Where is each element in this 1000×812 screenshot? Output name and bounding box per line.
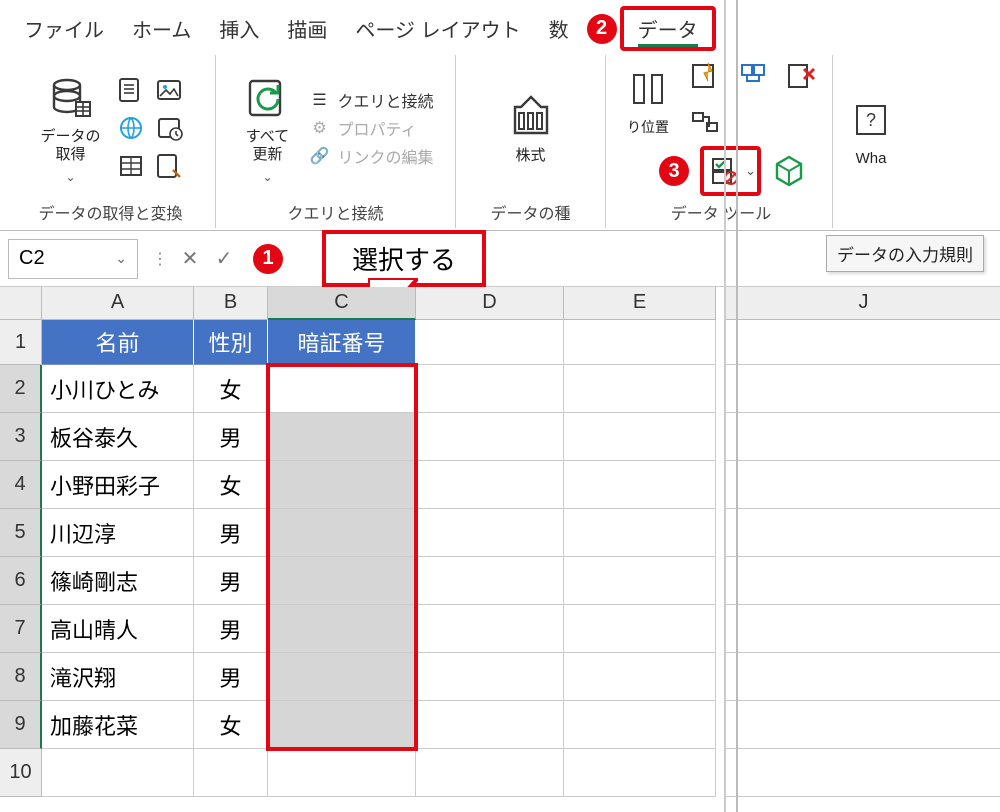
tab-formulas-partial[interactable]: 数 (535, 10, 584, 47)
tab-home[interactable]: ホーム (118, 10, 205, 47)
from-text-csv-icon[interactable] (116, 75, 146, 105)
name-box-value: C2 (19, 247, 45, 270)
properties-icon: ⚙ (307, 116, 331, 140)
group-get-transform: データの 取得 データの取得と変換 (6, 55, 216, 228)
existing-connections-icon[interactable] (154, 151, 184, 181)
group-queries: すべて 更新 ☰クエリと接続 ⚙プロパティ 🔗リンクの編集 クエリと接続 (216, 55, 456, 228)
text-to-columns-label: り位置 (627, 119, 669, 136)
ribbon-tabs: ファイル ホーム 挿入 描画 ページ レイアウト 数 2 データ (0, 0, 1000, 51)
get-transform-mini (115, 72, 185, 184)
from-web-icon[interactable] (116, 113, 146, 143)
svg-text:?: ? (866, 110, 876, 130)
stocks-label: 株式 (515, 147, 545, 165)
manage-data-model-icon[interactable] (769, 151, 809, 191)
from-table-range-icon[interactable] (116, 151, 146, 181)
callout-select: 選択する (322, 230, 486, 287)
callout-badge-3: 3 (659, 156, 689, 186)
flash-fill-icon[interactable] (685, 56, 725, 96)
enter-icon[interactable]: ✓ (212, 247, 236, 271)
group-queries-label: クエリと接続 (287, 200, 383, 224)
stocks-button[interactable]: 株式 (501, 89, 561, 167)
refresh-all-label: すべて 更新 (246, 128, 289, 164)
data-validation-button[interactable]: ⌄ (700, 146, 761, 196)
consolidate-icon[interactable] (733, 56, 773, 96)
link-icon: 🔗 (307, 144, 331, 168)
tab-data[interactable]: データ (620, 6, 716, 51)
what-if-icon: ? (845, 94, 897, 146)
callout-badge-1: 1 (253, 244, 283, 274)
data-validation-tooltip: データの入力規則 (826, 235, 984, 272)
remove-duplicates-icon[interactable] (781, 56, 821, 96)
chevron-down-icon (262, 168, 272, 184)
recent-sources-icon[interactable] (154, 113, 184, 143)
tab-file[interactable]: ファイル (10, 10, 118, 47)
from-picture-icon[interactable] (154, 75, 184, 105)
queries-connections-item[interactable]: ☰クエリと接続 (307, 88, 433, 112)
tab-page-layout[interactable]: ページ レイアウト (341, 10, 534, 47)
group-get-transform-label: データの取得と変換 (38, 200, 182, 224)
what-if-button[interactable]: ? Wha (841, 92, 901, 170)
group-data-types: 株式 データの種 (456, 55, 606, 228)
group-data-tools-label: データ ツール (671, 200, 771, 224)
group-forecast-partial: ? Wha (833, 55, 909, 228)
group-data-tools: り位置 3 ⌄ データ ツール (610, 55, 833, 228)
tab-insert[interactable]: 挿入 (205, 10, 273, 47)
tab-draw[interactable]: 描画 (273, 10, 341, 47)
callout-badge-2: 2 (587, 14, 617, 44)
get-data-label: データの 取得 (40, 128, 100, 164)
cancel-icon[interactable]: ✕ (178, 247, 202, 271)
text-to-columns-button[interactable]: り位置 (618, 61, 678, 138)
refresh-all-button[interactable]: すべて 更新 (237, 70, 297, 186)
list-icon: ☰ (307, 88, 331, 112)
database-icon (44, 72, 96, 124)
text-to-columns-icon (622, 63, 674, 115)
sheet-grid[interactable]: ABCDEJ1名前性別暗証番号2小川ひとみ女3板谷泰久男4小野田彩子女5川辺淳男… (0, 287, 1000, 797)
stocks-icon (505, 91, 557, 143)
chevron-down-icon[interactable]: ⌄ (745, 163, 756, 179)
relationships-icon[interactable] (685, 102, 725, 142)
properties-item: ⚙プロパティ (307, 116, 433, 140)
chevron-down-icon[interactable]: ⌄ (115, 250, 127, 267)
name-box[interactable]: C2 ⌄ (8, 239, 138, 279)
chevron-down-icon (65, 168, 75, 184)
ribbon: データの 取得 データの取得と変換 すべて 更新 ☰クエリと接続 (0, 51, 1000, 231)
refresh-icon (241, 72, 293, 124)
get-data-button[interactable]: データの 取得 (36, 70, 104, 186)
group-data-types-label: データの種 (490, 200, 570, 224)
edit-links-item: 🔗リンクの編集 (307, 144, 433, 168)
what-if-label: Wha (856, 150, 887, 168)
